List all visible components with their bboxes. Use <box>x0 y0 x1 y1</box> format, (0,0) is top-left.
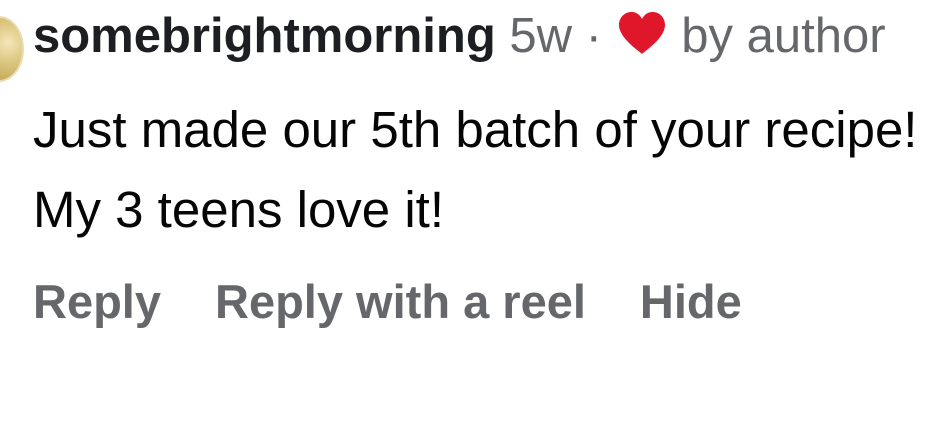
comment-text: Just made our 5th batch of your recipe! … <box>33 101 918 238</box>
hide-button[interactable]: Hide <box>640 274 742 330</box>
comment-actions: Reply Reply with a reel Hide <box>33 274 933 330</box>
comment-meta: somebrightmorning 5w · by author <box>33 4 913 68</box>
liked-by-label: by <box>681 9 734 63</box>
reply-with-reel-button[interactable]: Reply with a reel <box>215 274 586 330</box>
reply-button[interactable]: Reply <box>33 274 161 330</box>
comment-time[interactable]: 5w <box>509 9 572 63</box>
avatar[interactable] <box>0 16 24 82</box>
comment: somebrightmorning 5w · by author Just ma… <box>33 0 933 330</box>
meta-separator: · <box>585 9 602 63</box>
liked-by-author: author <box>746 9 886 63</box>
heart-icon <box>618 12 665 54</box>
username-link[interactable]: somebrightmorning <box>33 9 496 63</box>
